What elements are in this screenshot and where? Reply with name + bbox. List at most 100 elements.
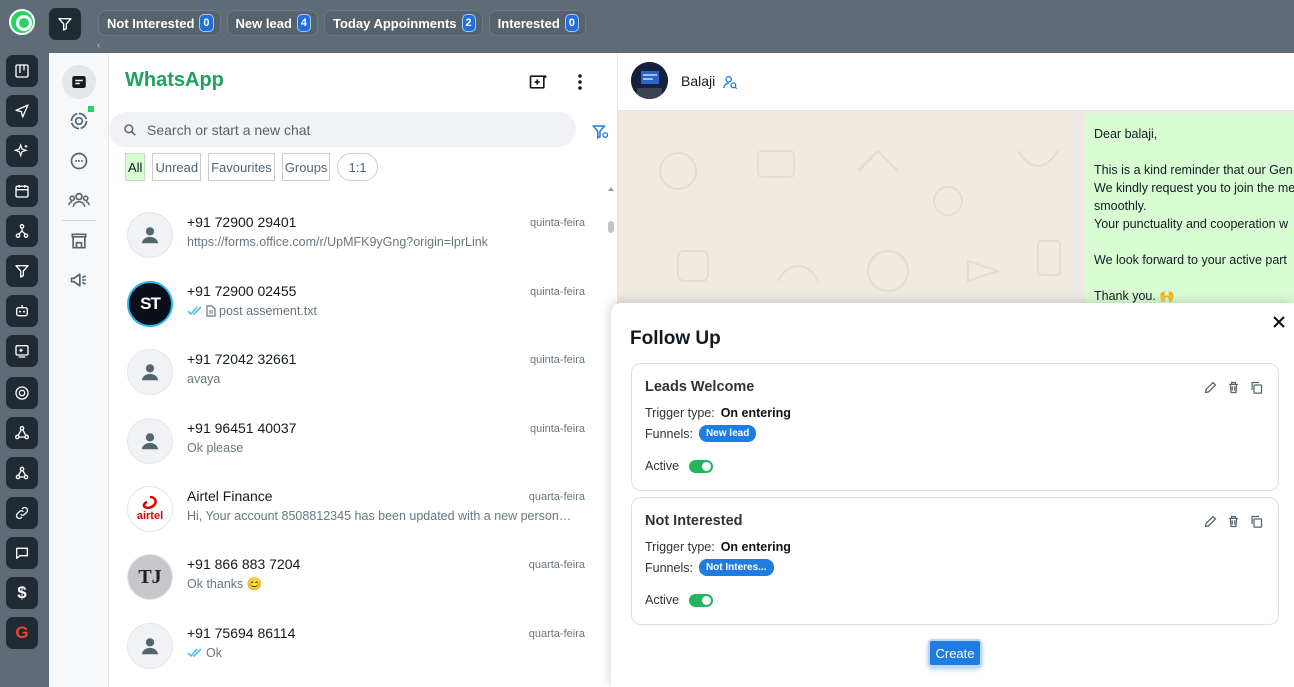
contact-name[interactable]: Balaji [681,73,715,89]
rail-kanban-button[interactable] [6,55,38,87]
chat-preview-text: Ok [206,646,222,660]
chat-list-panel: WhatsApp All Unread Favourites Groups 1:… [109,53,618,687]
message-line: This is a kind reminder that our Gen [1094,163,1293,177]
rail-webhook-button[interactable] [6,457,38,489]
scroll-up-arrow[interactable] [608,187,614,191]
funnels-label: Funnels: [645,426,693,441]
webhook-icon [15,466,29,480]
chip-favourites[interactable]: Favourites [208,153,275,181]
rail-ai-button[interactable] [6,135,38,167]
rail-network-button[interactable] [6,417,38,449]
chat-list-item[interactable]: +91 75694 86114 quarta-feira Ok [127,623,587,683]
funnel-tab-interested[interactable]: Interested 0 [488,10,586,36]
collapse-chevron-icon[interactable]: ‹ [97,40,100,51]
filter-icon [58,18,72,31]
funnel-filter-button[interactable] [49,8,81,40]
contact-avatar[interactable] [631,62,668,99]
copy-icon[interactable] [1249,380,1264,395]
trash-icon[interactable] [1226,514,1241,529]
search-input[interactable] [147,121,547,138]
chip-groups[interactable]: Groups [281,153,331,181]
rail-flow-button[interactable] [6,215,38,247]
chat-preview-text: Ok thanks 😊 [187,577,263,591]
trigger-label: Trigger type: [645,540,715,554]
scrollbar-thumb[interactable] [608,221,614,233]
megaphone-icon [70,273,87,287]
chat-preview-text: avaya [187,372,221,386]
google-icon: G [15,623,29,642]
chat-list-item[interactable]: ST +91 72900 02455 quinta-feira post ass… [127,281,587,341]
trash-icon[interactable] [1226,380,1241,395]
active-label: Active [645,459,680,473]
follow-up-card[interactable]: Leads Welcome Trigger type: On entering F… [631,363,1279,491]
search-icon [124,123,136,136]
chats-icon [72,76,86,88]
edit-icon[interactable] [1203,380,1218,395]
rail-link-button[interactable] [6,497,38,529]
avatar: airtel [127,486,173,532]
rail-board-button[interactable] [6,335,38,367]
nav-chats-button[interactable] [62,65,96,99]
funnel-tab-not-interested[interactable]: Not Interested 0 [98,10,221,36]
contact-photo-icon [631,62,668,99]
dollar-icon: $ [17,583,27,602]
chat-preview: Hi, Your account 8508812345 has been upd… [187,509,577,523]
funnel-tab-new-lead[interactable]: New lead 4 [226,10,319,36]
rail-billing-button[interactable]: $ [6,577,38,609]
conversation-header: Balaji [618,53,1294,111]
rail-calendar-button[interactable] [6,175,38,207]
rail-google-button[interactable]: G [6,617,38,649]
trigger-row: Trigger type: On entering [645,540,791,554]
create-button[interactable]: Create [928,639,982,667]
chip-all[interactable]: All [125,153,146,181]
active-toggle[interactable] [689,593,714,607]
nav-divider [62,220,96,221]
chat-list-item[interactable]: +91 72900 29401 quinta-feira https://for… [127,212,587,272]
rail-send-button[interactable] [6,95,38,127]
kanban-icon [15,64,29,78]
message-line: Your punctuality and cooperation w [1094,217,1289,231]
funnel-tab-label: Interested [497,15,560,31]
new-chat-button[interactable] [527,71,549,93]
app-logo-icon[interactable] [9,9,35,35]
app-rail: $ G [0,53,49,687]
rail-bot-button[interactable] [6,295,38,327]
funnels-row: Funnels: Not Interes... [645,559,774,576]
copy-icon[interactable] [1249,514,1264,529]
follow-up-card[interactable]: Not Interested Trigger type: On entering … [631,497,1279,625]
default-user-icon [141,433,159,450]
rail-funnel-button[interactable] [6,255,38,287]
nav-broadcast-button[interactable] [62,263,96,297]
rail-chat-button[interactable] [6,537,38,569]
target-icon [15,386,29,400]
close-icon[interactable] [1272,315,1286,329]
funnel-tab-today-appointments[interactable]: Today Appoinments 2 [324,10,483,36]
trigger-value: On entering [720,406,791,420]
chip-one-to-one[interactable]: 1:1 [337,153,378,181]
trigger-value: On entering [720,540,791,554]
chat-preview-text: https://forms.office.com/r/UpMFK9yGng?or… [187,235,488,249]
edit-icon[interactable] [1203,514,1218,529]
menu-button[interactable] [569,71,591,93]
double-check-icon [187,648,202,658]
nav-channels-button[interactable] [62,144,96,178]
active-toggle[interactable] [689,459,714,473]
assign-user-icon[interactable] [722,74,738,90]
chat-list-item[interactable]: +91 72042 32661 quinta-feira avaya [127,349,587,409]
chat-list-item[interactable]: +91 96451 40037 quinta-feira Ok please [127,418,587,478]
nav-status-button[interactable] [62,104,96,138]
rail-target-button[interactable] [6,377,38,409]
chat-list-item[interactable]: airtel Airtel Finance quarta-feira Hi, Y… [127,486,587,546]
nav-communities-button[interactable] [62,183,96,217]
document-icon [206,305,216,317]
nav-store-button[interactable] [62,224,96,258]
chat-filter-icon[interactable] [591,123,609,141]
chat-preview-text: post assement.txt [219,304,317,318]
chip-unread[interactable]: Unread [152,153,202,181]
avatar [127,349,173,395]
chat-list-item[interactable]: TJ +91 866 883 7204 quarta-feira Ok than… [127,554,587,614]
chat-preview: Ok please [187,441,577,455]
message-line: Dear balaji, [1094,127,1158,141]
